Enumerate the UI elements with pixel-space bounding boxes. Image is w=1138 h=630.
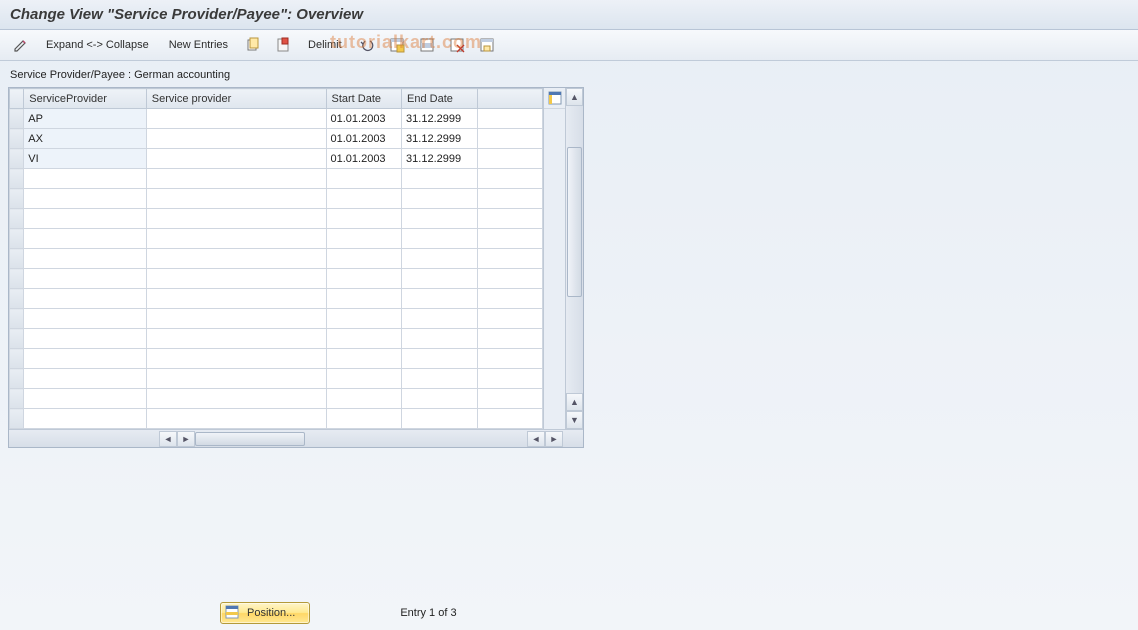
cell-sp-key[interactable]: AP <box>24 109 147 129</box>
cell-sp-desc[interactable] <box>146 129 326 149</box>
position-button[interactable]: Position... <box>220 602 310 624</box>
row-selector[interactable] <box>10 349 24 369</box>
row-selector[interactable] <box>10 249 24 269</box>
table-row-empty[interactable] <box>10 189 543 209</box>
entry-count-label: Entry 1 of 3 <box>400 607 456 619</box>
horizontal-scrollbar[interactable]: ◄ ► ◄ ► <box>9 429 583 447</box>
cell-start-date[interactable]: 01.01.2003 <box>326 149 402 169</box>
scroll-left-icon[interactable]: ◄ <box>159 431 177 447</box>
toggle-display-change-icon[interactable] <box>8 34 34 56</box>
scroll-left-end-icon[interactable]: ◄ <box>527 431 545 447</box>
table-row-empty[interactable] <box>10 209 543 229</box>
col-header-continuation[interactable] <box>477 89 542 109</box>
cell-sp-key[interactable]: AX <box>24 129 147 149</box>
row-selector[interactable] <box>10 169 24 189</box>
cell-continuation[interactable] <box>477 149 542 169</box>
title-bar: Change View "Service Provider/Payee": Ov… <box>0 0 1138 30</box>
grid-table[interactable]: ServiceProvider Service provider Start D… <box>9 88 543 429</box>
table-row-empty[interactable] <box>10 309 543 329</box>
cell-end-date[interactable]: 31.12.2999 <box>402 129 478 149</box>
table-row-empty[interactable] <box>10 369 543 389</box>
vscroll-thumb[interactable] <box>567 147 582 297</box>
row-selector[interactable] <box>10 309 24 329</box>
print-icon[interactable] <box>474 34 500 56</box>
scroll-down-icon[interactable]: ▼ <box>566 411 583 429</box>
cell-sp-key[interactable]: VI <box>24 149 147 169</box>
table-row-empty[interactable] <box>10 409 543 429</box>
col-header-serviceprovider-desc[interactable]: Service provider <box>146 89 326 109</box>
table-row[interactable]: AP 01.01.200331.12.2999 <box>10 109 543 129</box>
scroll-down-small-icon[interactable]: ▲ <box>566 393 583 411</box>
new-entries-button[interactable]: New Entries <box>163 39 234 51</box>
expand-collapse-button[interactable]: Expand <-> Collapse <box>40 39 155 51</box>
data-grid: ServiceProvider Service provider Start D… <box>8 87 584 448</box>
col-header-end-date[interactable]: End Date <box>402 89 478 109</box>
subtitle-label: Service Provider/Payee : German accounti… <box>0 61 1138 85</box>
row-selector[interactable] <box>10 209 24 229</box>
configure-columns-icon[interactable] <box>544 88 565 109</box>
row-selector[interactable] <box>10 109 24 129</box>
row-selector[interactable] <box>10 189 24 209</box>
copy-as-icon[interactable] <box>240 34 266 56</box>
position-label: Position... <box>247 607 295 619</box>
col-header-start-date[interactable]: Start Date <box>326 89 402 109</box>
row-selector[interactable] <box>10 329 24 349</box>
table-row-empty[interactable] <box>10 229 543 249</box>
row-selector[interactable] <box>10 229 24 249</box>
row-selector[interactable] <box>10 129 24 149</box>
position-icon <box>225 605 241 621</box>
cell-sp-desc[interactable] <box>146 149 326 169</box>
row-selector-header[interactable] <box>10 89 24 109</box>
footer-bar: Position... Entry 1 of 3 <box>0 602 1138 624</box>
col-header-serviceprovider-key[interactable]: ServiceProvider <box>24 89 147 109</box>
row-selector[interactable] <box>10 409 24 429</box>
deselect-all-icon[interactable] <box>444 34 470 56</box>
row-selector[interactable] <box>10 269 24 289</box>
table-row-empty[interactable] <box>10 329 543 349</box>
row-selector[interactable] <box>10 289 24 309</box>
table-row[interactable]: AX 01.01.200331.12.2999 <box>10 129 543 149</box>
toolbar: Expand <-> Collapse New Entries Delimit … <box>0 30 1138 61</box>
row-selector[interactable] <box>10 369 24 389</box>
table-row-empty[interactable] <box>10 269 543 289</box>
cell-start-date[interactable]: 01.01.2003 <box>326 129 402 149</box>
undo-change-icon[interactable] <box>354 34 380 56</box>
vertical-scrollbar[interactable]: ▲ ▲ ▼ <box>565 88 583 429</box>
scroll-right-icon[interactable]: ► <box>545 431 563 447</box>
scroll-up-icon[interactable]: ▲ <box>566 88 583 106</box>
cell-start-date[interactable]: 01.01.2003 <box>326 109 402 129</box>
row-selector[interactable] <box>10 389 24 409</box>
table-row-empty[interactable] <box>10 389 543 409</box>
select-block-icon[interactable] <box>414 34 440 56</box>
table-row-empty[interactable] <box>10 289 543 309</box>
delete-icon[interactable] <box>270 34 296 56</box>
cell-continuation[interactable] <box>477 109 542 129</box>
row-selector[interactable] <box>10 149 24 169</box>
table-row-empty[interactable] <box>10 169 543 189</box>
cell-end-date[interactable]: 31.12.2999 <box>402 149 478 169</box>
delimit-button[interactable]: Delimit <box>302 39 348 51</box>
table-row-empty[interactable] <box>10 249 543 269</box>
table-row-empty[interactable] <box>10 349 543 369</box>
select-all-icon[interactable] <box>384 34 410 56</box>
hscroll-thumb[interactable] <box>195 432 305 446</box>
page-title: Change View "Service Provider/Payee": Ov… <box>10 6 363 23</box>
scroll-right-step-icon[interactable]: ► <box>177 431 195 447</box>
cell-sp-desc[interactable] <box>146 109 326 129</box>
cell-end-date[interactable]: 31.12.2999 <box>402 109 478 129</box>
cell-continuation[interactable] <box>477 129 542 149</box>
table-row[interactable]: VI 01.01.200331.12.2999 <box>10 149 543 169</box>
